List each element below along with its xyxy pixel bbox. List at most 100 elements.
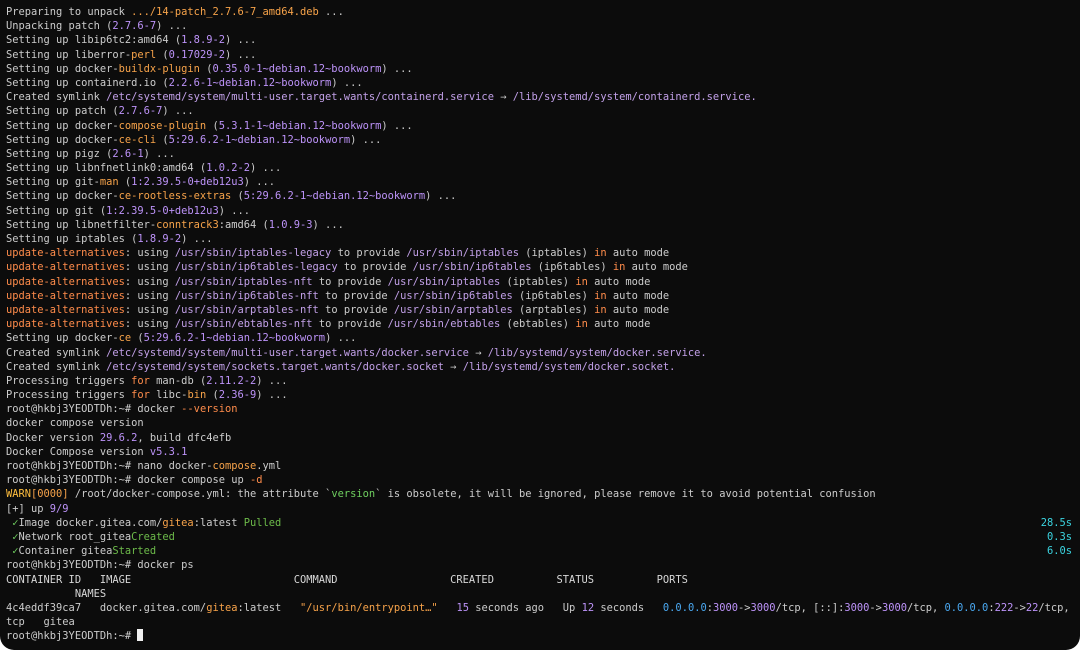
terminal-line: Setting up libnetfilter-conntrack3:amd64… xyxy=(6,218,1076,232)
terminal-text-segment: 12 xyxy=(581,601,595,614)
terminal-text-segment: tcp gitea xyxy=(6,616,75,629)
terminal-text-segment: [+] up xyxy=(6,502,50,515)
terminal-text-segment: perl xyxy=(131,48,157,61)
terminal-text-segment: docker compose up xyxy=(137,474,250,487)
terminal-text-segment: ) ... xyxy=(325,332,357,345)
terminal-text-segment: auto mode xyxy=(587,318,651,331)
terminal-line: tcp gitea xyxy=(6,615,1076,629)
terminal-text-segment: 3000 xyxy=(750,601,776,614)
terminal-text-segment: WARN xyxy=(6,488,32,501)
terminal-text-segment: .yml xyxy=(256,460,282,472)
terminal-text-segment: Setting up iptables ( xyxy=(6,233,138,245)
terminal-text-segment: ) ... xyxy=(181,233,213,245)
terminal-text-segment: Processing triggers xyxy=(6,389,132,402)
terminal-text-segment: ) ... xyxy=(156,20,188,33)
terminal-text-segment: update- xyxy=(6,247,50,260)
terminal-line: root@hkbj3YEODTDh:~# xyxy=(6,629,1076,643)
terminal-text-segment: auto mode xyxy=(625,261,688,274)
terminal-line: update-alternatives: using /usr/sbin/ip6… xyxy=(6,289,1076,303)
terminal-line: Setting up patch (2.7.6-7) ... xyxy=(6,104,1076,118)
terminal-text-segment: ) ... xyxy=(256,374,288,387)
terminal-text-segment: 22 xyxy=(1025,601,1039,614)
terminal-line: Setting up libnfnetlink0:amd64 (1.0.2-2)… xyxy=(6,161,1076,175)
terminal-text-segment: :latest xyxy=(237,601,301,614)
terminal-text-segment: : using xyxy=(124,303,175,316)
terminal-text-segment: ( xyxy=(131,332,144,345)
terminal-text-segment: ✓ xyxy=(6,516,19,529)
terminal-text-segment: -> xyxy=(869,601,882,614)
terminal-text-segment: ce-rootless-extras xyxy=(118,190,232,203)
terminal-line: Setting up git (1:2.39.5-0+deb12u3) ... xyxy=(6,204,1076,218)
terminal-text-segment: Started xyxy=(112,545,157,558)
terminal-text-segment: (iptables) xyxy=(500,275,576,288)
terminal-text-segment: to provide xyxy=(312,275,388,288)
terminal-text-segment: [0000] xyxy=(31,488,69,501)
terminal-text-segment: alternatives xyxy=(49,289,125,302)
terminal-text-segment: ) ... xyxy=(224,34,257,47)
terminal-line: docker compose version xyxy=(6,416,1076,430)
terminal-text-segment: 0.35.0-1~debian.12~bookworm xyxy=(212,62,382,75)
terminal-text-segment: Created symlink xyxy=(6,346,107,359)
terminal-text-segment: Setting up containerd.io ( xyxy=(6,76,169,89)
terminal-text-segment: /usr/sbin/arptables-nft xyxy=(174,303,319,316)
terminal-text-segment: Created symlink xyxy=(6,360,107,373)
terminal-text-segment: 1.8.9-2 xyxy=(181,34,225,47)
terminal-text-segment: (arptables) xyxy=(512,303,595,316)
terminal-line: WARN[0000] /root/docker-compose.yml: the… xyxy=(6,487,1076,501)
terminal-text-segment: alternatives xyxy=(49,275,125,288)
terminal-text-segment: in xyxy=(594,289,607,302)
terminal-text-segment: root@hkbj3YEODTDh:~# xyxy=(6,474,138,487)
terminal-text-segment: /usr/sbin/iptables-nft xyxy=(174,275,313,288)
terminal-text-segment: conntrack3 xyxy=(156,218,219,231)
terminal-text-segment: (iptables) xyxy=(519,247,595,260)
terminal-text-segment: auto mode xyxy=(606,247,670,260)
terminal-text-segment: ) ... xyxy=(243,176,276,189)
terminal-text-segment: alternatives xyxy=(49,318,125,331)
terminal-text-segment: 2.2.6-1~debian.12~bookworm xyxy=(168,76,332,89)
terminal-line: [+] up 9/9 xyxy=(6,502,1076,516)
terminal-text-segment: Docker version xyxy=(6,431,100,444)
terminal-text-segment: /usr/sbin/ip6tables-legacy xyxy=(174,261,338,274)
terminal-text-segment: update- xyxy=(6,261,50,274)
terminal-text-segment: docker compose version xyxy=(6,417,144,430)
terminal-text-segment: libc- xyxy=(149,389,188,402)
terminal-text-segment: auto mode xyxy=(587,275,651,288)
terminal-text-segment: ) ... xyxy=(256,389,288,402)
terminal-line: Setting up iptables (1.8.9-2) ... xyxy=(6,232,1076,246)
terminal-text-segment: 2.7.6-7 xyxy=(118,105,163,118)
terminal-text-segment: 1:2.39.5-0+deb12u3 xyxy=(106,204,219,217)
cursor-block xyxy=(137,629,144,642)
terminal-text-segment: /tcp, [::]: xyxy=(775,601,845,614)
terminal-line: NAMES xyxy=(6,587,1076,601)
terminal-text-segment: Setting up docker- xyxy=(6,133,119,146)
terminal-text-segment: 0.0.0.0 xyxy=(662,601,707,614)
terminal-text-segment: → xyxy=(493,91,513,104)
terminal-text-segment: ) ... xyxy=(162,105,194,118)
terminal-text-segment: ) ... xyxy=(218,204,250,217)
terminal-text-segment: (ip6tables) xyxy=(512,289,595,302)
terminal-text-segment: -> xyxy=(1013,601,1026,614)
terminal-text-segment: root@hkbj3YEODTDh:~# xyxy=(6,403,138,416)
terminal-text-segment: /etc/systemd/system/multi-user.target.wa… xyxy=(106,346,469,359)
terminal-text-segment: to provide xyxy=(318,303,394,316)
terminal-line: root@hkbj3YEODTDh:~# docker compose up -… xyxy=(6,473,1076,487)
terminal-text-segment: in xyxy=(612,261,626,274)
terminal-text-segment: in xyxy=(575,275,588,288)
terminal-text-segment: ) ... xyxy=(331,76,363,89)
terminal-line: update-alternatives: using /usr/sbin/ipt… xyxy=(6,275,1076,289)
terminal-text-segment: 5:29.6.2-1~debian.12~bookworm xyxy=(168,133,351,146)
terminal-text-segment: 2.11.2-2 xyxy=(206,374,257,387)
terminal-text-segment: (ebtables) xyxy=(500,318,576,331)
duration-label: 28.5s xyxy=(1040,516,1072,529)
terminal-text-segment: /tcp, xyxy=(906,601,945,614)
terminal-text-segment: 1.0.9-3 xyxy=(268,218,313,231)
terminal-text-segment: to provide xyxy=(331,247,407,260)
terminal-text-segment: root@hkbj3YEODTDh:~# xyxy=(6,559,138,572)
terminal-window[interactable]: Preparing to unpack .../14-patch_2.7.6-7… xyxy=(0,0,1080,650)
terminal-text-segment: ) ... xyxy=(350,133,382,146)
terminal-text-segment: 5:29.6.2-1~debian.12~bookworm xyxy=(243,190,426,203)
terminal-text-segment: Preparing to unpack xyxy=(6,6,132,18)
terminal-text-segment: ) ... xyxy=(425,190,457,203)
terminal-line: Created symlink /etc/systemd/system/sock… xyxy=(6,360,1076,374)
